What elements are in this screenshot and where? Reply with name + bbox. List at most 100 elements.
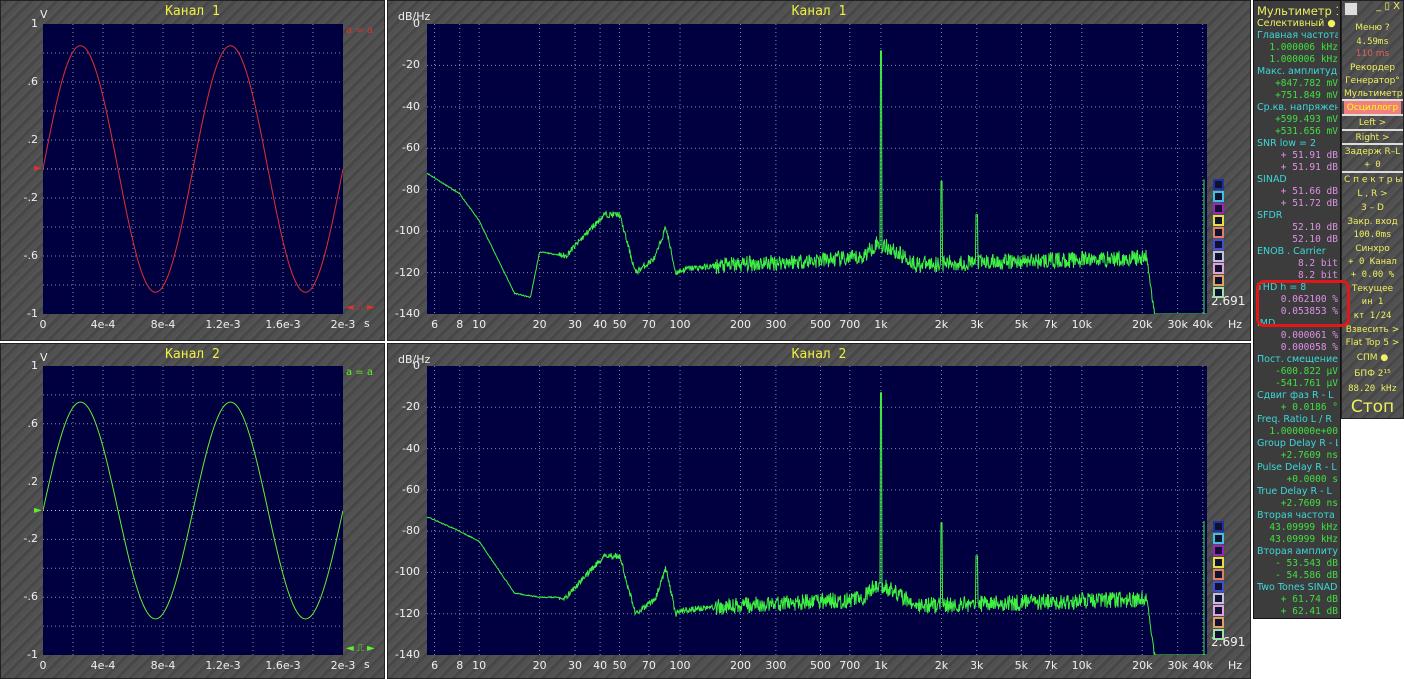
y-tick-label: -40 xyxy=(402,441,420,455)
x-tick-label: 1k xyxy=(874,318,888,331)
x-tick-label: 8e-4 xyxy=(150,659,176,672)
x-tick-label: 5k xyxy=(1014,659,1029,672)
trace-toggle-checkbox[interactable] xyxy=(1213,263,1224,274)
trigger-control[interactable]: ◄ ⎍ ► xyxy=(346,302,375,313)
menu-item[interactable]: Рекордер xyxy=(1344,61,1401,75)
channel-marker[interactable]: a = a xyxy=(346,25,373,36)
multimeter-row: Freq. Ratio L / R xyxy=(1257,414,1332,425)
y-tick-label: -120 xyxy=(395,265,420,279)
menu-item[interactable]: Текущее xyxy=(1344,282,1401,296)
x-tick-label: 70 xyxy=(641,318,656,331)
scope-plot-area[interactable] xyxy=(43,24,343,314)
menu-item[interactable]: Осциллогр xyxy=(1344,101,1401,115)
menu-item[interactable]: С п е к т р ы xyxy=(1344,173,1402,187)
trace-toggle-checkbox[interactable] xyxy=(1213,251,1224,262)
trace-toggle-checkbox[interactable] xyxy=(1213,533,1224,544)
x-tick-label: 700 xyxy=(839,318,861,331)
x-tick-label: 300 xyxy=(765,318,787,331)
multimeter-row: 52.10 dB xyxy=(1292,222,1338,233)
zero-level-marker[interactable]: ► xyxy=(34,163,42,174)
trace-toggle-checkbox[interactable] xyxy=(1213,593,1224,604)
multimeter-row: Макс. амплитуда xyxy=(1257,66,1338,77)
menu-item[interactable]: Синхро xyxy=(1344,242,1401,256)
window-buttons[interactable]: _ ▯ X xyxy=(1376,1,1400,12)
trace-toggle-checkbox[interactable] xyxy=(1213,215,1224,226)
multimeter-title: Мультиметр 1,2 xyxy=(1257,4,1338,18)
trace-toggle-checkbox[interactable] xyxy=(1213,521,1224,532)
trace-toggle-checkbox[interactable] xyxy=(1213,569,1224,580)
y-tick-label: -.6 xyxy=(23,590,38,604)
multimeter-row: 0.000058 % xyxy=(1280,342,1338,353)
menu-item: + 0 Канал xyxy=(1348,257,1397,267)
menu-item[interactable]: БПФ 2¹⁵ xyxy=(1344,367,1401,381)
multimeter-row: SNR low = 2 xyxy=(1257,138,1317,149)
multimeter-row: 1.000000e+00 xyxy=(1269,426,1338,437)
multimeter-row: SINAD xyxy=(1257,174,1287,185)
menu-item[interactable]: Задерж R–L xyxy=(1344,145,1401,159)
x-unit-label: Hz xyxy=(1228,659,1243,672)
y-tick-label: -60 xyxy=(402,141,420,155)
menu-item[interactable]: Left > xyxy=(1344,116,1401,130)
multimeter-row: 43.09999 kHz xyxy=(1269,522,1338,533)
trace-toggle-checkbox[interactable] xyxy=(1213,275,1224,286)
multimeter-row: + 0.0186 ° xyxy=(1280,402,1338,413)
trace-toggle-checkbox[interactable] xyxy=(1213,191,1224,202)
app-icon xyxy=(1344,2,1358,16)
menu-item[interactable]: Генератор° xyxy=(1344,74,1401,88)
y-tick-label: 1 xyxy=(31,17,38,30)
menu-item[interactable]: Стоп xyxy=(1344,397,1401,417)
x-tick-label: 1.6e-3 xyxy=(265,318,301,331)
multimeter-row: +531.656 mV xyxy=(1275,126,1338,137)
trace-toggle-checkbox[interactable] xyxy=(1213,605,1224,616)
y-tick-label: .6 xyxy=(27,75,39,88)
channel-marker[interactable]: a = a xyxy=(346,367,373,378)
x-tick-label: 0 xyxy=(39,659,47,672)
x-tick-label: 2k xyxy=(934,659,949,672)
zero-level-marker[interactable]: ► xyxy=(34,505,42,516)
x-tick-label: 2e-3 xyxy=(330,659,356,672)
multimeter-row: - 54.586 dB xyxy=(1275,570,1338,581)
scope-plot-area[interactable] xyxy=(43,366,343,655)
trace-toggle-checkbox[interactable] xyxy=(1213,203,1224,214)
y-tick-label: -100 xyxy=(395,224,420,238)
x-tick-label: 4e-4 xyxy=(90,318,116,331)
multimeter-row: + 62.41 dB xyxy=(1280,606,1338,617)
menu-item[interactable]: Меню ? xyxy=(1344,21,1401,35)
trace-toggle-checkbox[interactable] xyxy=(1213,557,1224,568)
y-tick-label: -80 xyxy=(402,524,420,538)
menu-item[interactable]: Взвесить > xyxy=(1344,323,1401,337)
trace-toggle-checkbox[interactable] xyxy=(1213,629,1224,640)
menu-item[interactable]: L , R > xyxy=(1344,187,1401,201)
trace-toggle-checkbox[interactable] xyxy=(1213,617,1224,628)
x-tick-label: 100 xyxy=(669,318,691,331)
trace-toggle-checkbox[interactable] xyxy=(1213,545,1224,556)
y-tick-label: .2 xyxy=(27,133,39,146)
spectrum-plot-area[interactable] xyxy=(427,366,1207,655)
multimeter-row: True Delay R - L xyxy=(1257,486,1332,497)
menu-item[interactable]: СПМ ● xyxy=(1344,351,1401,365)
x-tick-label: 1.2e-3 xyxy=(205,659,241,672)
trigger-control[interactable]: ◄ ⎍ ► xyxy=(346,643,375,654)
x-tick-label: 40k xyxy=(1192,318,1213,331)
trace-toggle-checkbox[interactable] xyxy=(1213,287,1224,298)
multimeter-row: 1.000006 kHz xyxy=(1269,42,1338,53)
multimeter-row: + 51.72 dB xyxy=(1280,198,1338,209)
y-tick-label: -140 xyxy=(395,307,420,320)
x-tick-label: 20 xyxy=(532,318,547,331)
multimeter-row: 43.09999 kHz xyxy=(1269,534,1338,545)
trace-toggle-checkbox[interactable] xyxy=(1213,227,1224,238)
menu-item[interactable]: Flat Top 5 > xyxy=(1344,336,1401,350)
y-tick-label: -.2 xyxy=(23,191,38,204)
x-tick-label: 0 xyxy=(39,318,47,331)
menu-item[interactable]: Закр. вход xyxy=(1344,215,1401,229)
trace-toggle-checkbox[interactable] xyxy=(1213,581,1224,592)
spectrum-plot-area[interactable] xyxy=(427,24,1207,314)
multimeter-row: ENOB . Carrier xyxy=(1257,246,1326,257)
menu-item[interactable]: 3 – D xyxy=(1344,201,1401,215)
multimeter-row: + 61.74 dB xyxy=(1280,594,1338,605)
x-tick-label: 2k xyxy=(934,318,949,331)
trace-toggle-checkbox[interactable] xyxy=(1213,239,1224,250)
trace-toggle-checkbox[interactable] xyxy=(1213,179,1224,190)
x-tick-label: 1.6e-3 xyxy=(265,659,301,672)
x-tick-label: 40k xyxy=(1192,659,1213,672)
